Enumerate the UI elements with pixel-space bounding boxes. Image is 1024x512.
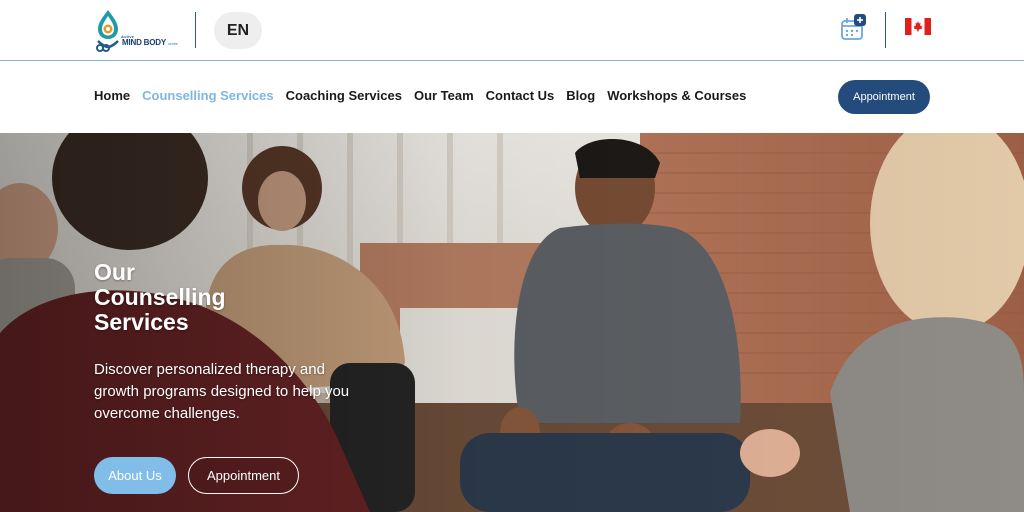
nav-item-blog[interactable]: Blog [566,88,595,103]
hero-title: Our Counselling Services [94,259,226,335]
logo-brand-text: MIND BODY centre [122,38,178,47]
calendar-plus-icon[interactable] [840,14,868,44]
nav-item-counselling-services[interactable]: Counselling Services [142,88,274,103]
about-us-button[interactable]: About Us [94,457,176,494]
nav-item-contact-us[interactable]: Contact Us [486,88,555,103]
hero-section: Our Counselling Services Discover person… [0,133,1024,512]
logo-mark-icon [96,10,119,52]
logo-brand: MIND BODY [122,38,166,47]
utility-divider [885,12,886,48]
hero-description: Discover personalized therapy and growth… [94,361,350,422]
hero-appointment-button[interactable]: Appointment [188,457,299,494]
nav-item-coaching-services[interactable]: Coaching Services [286,88,402,103]
logo-divider [195,12,196,48]
language-selector[interactable]: EN [214,12,262,49]
main-nav: Home Counselling Services Coaching Servi… [0,61,1024,133]
nav-item-our-team[interactable]: Our Team [414,88,474,103]
nav-menu: Home Counselling Services Coaching Servi… [94,88,758,103]
nav-item-workshops-courses[interactable]: Workshops & Courses [607,88,746,103]
appointment-button[interactable]: Appointment [838,80,930,114]
nav-item-home[interactable]: Home [94,88,130,103]
logo-brand-sub: centre [167,41,178,46]
canada-flag-icon[interactable] [905,18,931,35]
brand-logo[interactable]: Active MIND BODY centre [92,8,182,52]
top-bar: Active MIND BODY centre EN [0,0,1024,60]
